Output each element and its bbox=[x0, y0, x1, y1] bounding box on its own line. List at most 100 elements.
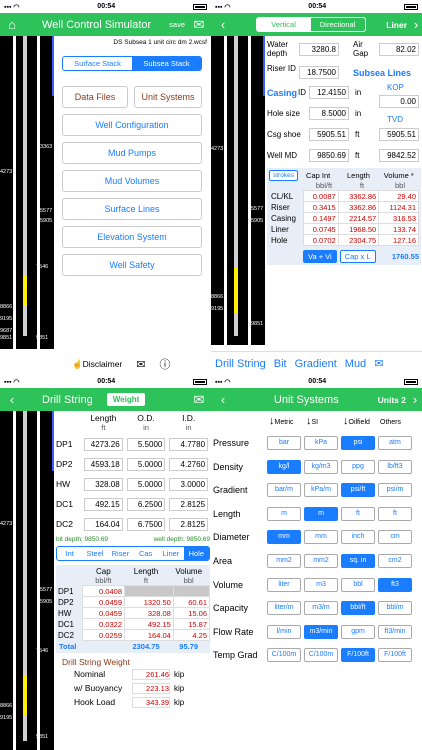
unit-option-button[interactable]: gpm bbox=[341, 624, 375, 639]
unit-systems-button[interactable]: Unit Systems bbox=[134, 86, 202, 108]
chevron-right-icon[interactable]: › bbox=[408, 392, 422, 407]
riser-id-input[interactable]: 18.7500 bbox=[299, 66, 339, 79]
tab-surface-stack[interactable]: Surface Stack bbox=[63, 57, 132, 70]
unit-option-button[interactable]: ft3/min bbox=[378, 624, 412, 639]
tab-drill-string[interactable]: Drill String bbox=[215, 358, 266, 370]
unit-option-button[interactable]: cm bbox=[378, 530, 412, 545]
unit-option-button[interactable]: liter bbox=[267, 577, 301, 592]
unit-option-button[interactable]: C/100m bbox=[267, 648, 301, 663]
unit-option-button[interactable]: bar/m bbox=[267, 483, 301, 498]
unit-option-button[interactable]: psi/m bbox=[378, 483, 412, 498]
tab-subsea-stack[interactable]: Subsea Stack bbox=[132, 57, 201, 70]
length-input[interactable]: 164.04 bbox=[84, 517, 123, 531]
unit-option-button[interactable]: sq. in bbox=[341, 554, 375, 568]
data-files-button[interactable]: Data Files bbox=[62, 86, 128, 108]
od-input[interactable]: 5.0000 bbox=[126, 457, 166, 471]
units2-button[interactable]: Units 2 bbox=[378, 395, 406, 405]
unit-option-button[interactable]: ft3 bbox=[378, 577, 412, 592]
tab-hole[interactable]: Hole bbox=[183, 547, 209, 560]
unit-option-button[interactable]: kPa/m bbox=[304, 483, 338, 498]
unit-option-button[interactable]: mm bbox=[304, 530, 338, 545]
unit-option-button[interactable]: inch bbox=[341, 530, 375, 545]
unit-option-button[interactable]: bbl/m bbox=[378, 601, 412, 616]
id-input[interactable]: 4.2760 bbox=[169, 457, 209, 471]
od-input[interactable]: 6.7500 bbox=[126, 517, 166, 531]
unit-option-button[interactable]: m3 bbox=[304, 577, 338, 592]
save-button[interactable]: save bbox=[169, 20, 185, 29]
well-md-input[interactable]: 9850.69 bbox=[309, 149, 349, 162]
length-input[interactable]: 4273.26 bbox=[84, 437, 123, 451]
unit-option-button[interactable]: bar bbox=[267, 436, 301, 450]
unit-option-button[interactable]: mm2 bbox=[304, 554, 338, 568]
mail-icon[interactable]: ✉ bbox=[374, 357, 383, 370]
chevron-right-icon[interactable]: › bbox=[410, 17, 422, 32]
unit-option-button[interactable]: psi/ft bbox=[341, 483, 375, 498]
unit-option-button[interactable]: atm bbox=[378, 436, 412, 450]
unit-option-button[interactable]: m bbox=[304, 506, 338, 521]
tab-vertical[interactable]: Vertical bbox=[256, 18, 311, 31]
length-input[interactable]: 492.15 bbox=[84, 497, 123, 511]
tab-liner[interactable]: Liner bbox=[158, 547, 183, 560]
va-vi-button[interactable]: Va + Vi bbox=[303, 250, 337, 263]
casing-id-input[interactable]: 12.4150 bbox=[309, 86, 349, 99]
well-safety-button[interactable]: Well Safety bbox=[62, 254, 202, 276]
tab-gradient[interactable]: Gradient bbox=[295, 358, 337, 370]
length-input[interactable]: 328.08 bbox=[84, 477, 123, 491]
unit-option-button[interactable]: kg/l bbox=[267, 459, 301, 474]
unit-option-button[interactable]: kPa bbox=[304, 436, 338, 450]
unit-option-button[interactable]: psi bbox=[341, 436, 375, 450]
tab-bit[interactable]: Bit bbox=[274, 358, 287, 370]
kop-input[interactable]: 0.00 bbox=[379, 95, 419, 108]
tab-steel[interactable]: Steel bbox=[82, 547, 107, 560]
unit-option-button[interactable]: ft bbox=[341, 506, 375, 521]
unit-option-button[interactable]: m3/m bbox=[304, 601, 338, 616]
unit-option-button[interactable]: liter/m bbox=[267, 601, 301, 616]
unit-option-button[interactable]: mm bbox=[267, 530, 301, 545]
od-input[interactable]: 6.2500 bbox=[126, 497, 166, 511]
tab-riser[interactable]: Riser bbox=[108, 547, 133, 560]
disclaimer-link[interactable]: Disclaimer bbox=[83, 359, 123, 369]
unit-option-button[interactable]: kg/m3 bbox=[304, 459, 338, 474]
mail-icon[interactable]: ✉ bbox=[187, 17, 211, 33]
mud-volumes-button[interactable]: Mud Volumes bbox=[62, 170, 202, 192]
length-input[interactable]: 4593.18 bbox=[84, 457, 123, 471]
unit-option-button[interactable]: C/100m bbox=[304, 648, 338, 663]
surface-lines-button[interactable]: Surface Lines bbox=[62, 198, 202, 220]
unit-option-button[interactable]: m bbox=[267, 506, 301, 521]
air-gap-input[interactable]: 82.02 bbox=[379, 43, 419, 56]
tab-int[interactable]: Int bbox=[57, 547, 82, 560]
mail-icon[interactable]: ✉ bbox=[136, 358, 145, 371]
back-icon[interactable]: ‹ bbox=[0, 392, 24, 407]
od-input[interactable]: 5.0000 bbox=[126, 477, 166, 491]
unit-option-button[interactable]: bbl/ft bbox=[341, 601, 375, 616]
csg-shoe-input[interactable]: 5905.51 bbox=[309, 128, 349, 141]
tab-directional[interactable]: Directional bbox=[311, 18, 365, 31]
unit-option-button[interactable]: F/100ft bbox=[378, 648, 412, 663]
id-input[interactable]: 3.0000 bbox=[169, 477, 209, 491]
info-icon[interactable]: ⓘ bbox=[159, 356, 170, 372]
well-configuration-button[interactable]: Well Configuration bbox=[62, 114, 202, 136]
strokes-button[interactable]: strokes bbox=[269, 170, 298, 181]
mail-icon[interactable]: ✉ bbox=[187, 392, 211, 408]
id-input[interactable]: 4.7780 bbox=[169, 437, 209, 451]
id-input[interactable]: 2.8125 bbox=[169, 497, 209, 511]
unit-option-button[interactable]: mm2 bbox=[267, 554, 301, 568]
unit-option-button[interactable]: l/min bbox=[267, 624, 301, 639]
cap-x-l-button[interactable]: Cap x L bbox=[339, 250, 376, 263]
home-icon[interactable]: ⌂ bbox=[0, 17, 24, 32]
liner-button[interactable]: Liner bbox=[386, 20, 407, 30]
mud-pumps-button[interactable]: Mud Pumps bbox=[62, 142, 202, 164]
water-depth-input[interactable]: 3280.8 bbox=[299, 43, 339, 56]
unit-option-button[interactable]: F/100ft bbox=[341, 648, 375, 663]
hole-size-input[interactable]: 8.5000 bbox=[309, 107, 349, 120]
unit-option-button[interactable]: m3/min bbox=[304, 624, 338, 639]
unit-option-button[interactable]: ppg bbox=[341, 459, 375, 474]
elevation-system-button[interactable]: Elevation System bbox=[62, 226, 202, 248]
id-input[interactable]: 2.8125 bbox=[169, 517, 209, 531]
unit-option-button[interactable]: lb/ft3 bbox=[378, 459, 412, 474]
weight-button[interactable]: Weight bbox=[106, 393, 146, 406]
back-icon[interactable]: ‹ bbox=[211, 392, 235, 407]
subsea-lines-link[interactable]: Subsea Lines bbox=[353, 68, 411, 78]
unit-option-button[interactable]: bbl bbox=[341, 577, 375, 592]
tab-mud[interactable]: Mud bbox=[345, 358, 366, 370]
